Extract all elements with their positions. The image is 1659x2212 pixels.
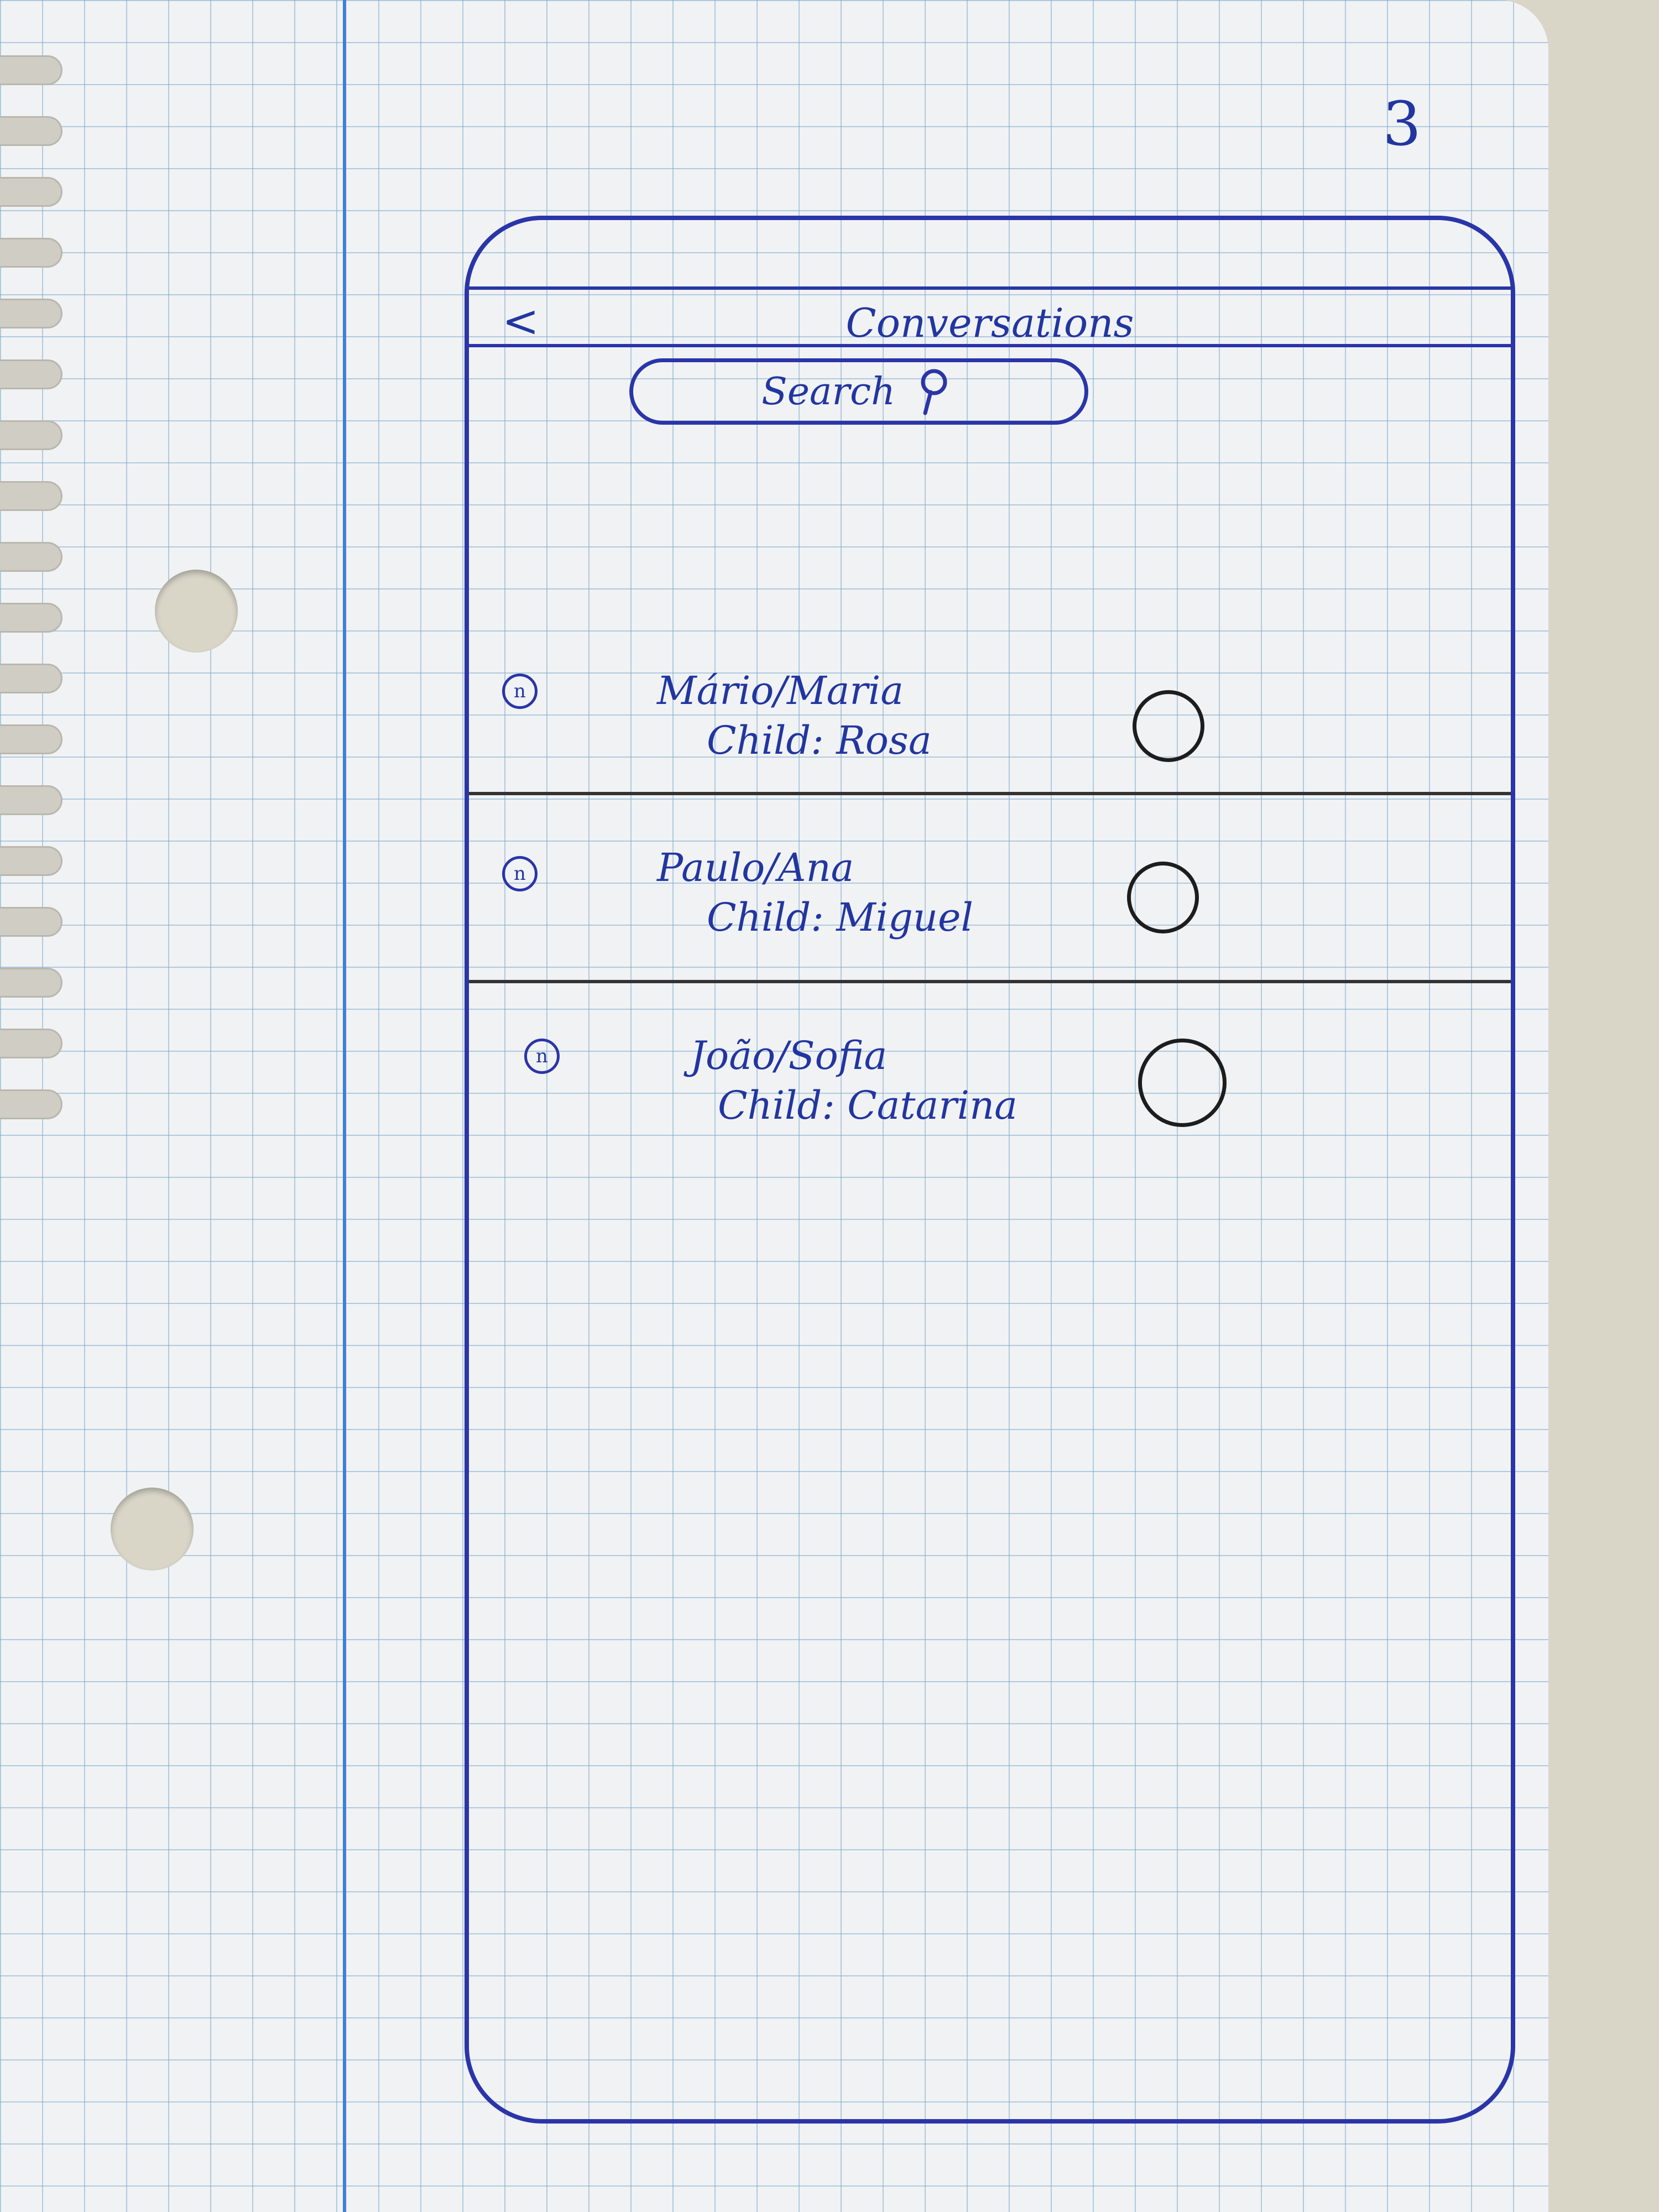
page-number: 3 — [1383, 88, 1421, 159]
conversation-row[interactable]: n João/Sofia Child: Catarina — [469, 983, 1511, 1182]
punch-hole-top — [155, 570, 238, 653]
notebook-page: 3 < Conversations Search n Mário/Maria C… — [0, 0, 1548, 2212]
call-icon[interactable] — [1127, 862, 1199, 933]
conversation-child: Child: Rosa — [707, 718, 932, 763]
conversation-row[interactable]: n Mário/Maria Child: Rosa — [469, 441, 1511, 795]
page-title: Conversations — [846, 300, 1134, 346]
conversation-names: Mário/Maria — [657, 668, 904, 713]
conversation-names: Paulo/Ana — [657, 845, 854, 890]
conversation-row[interactable]: n Paulo/Ana Child: Miguel — [469, 795, 1511, 983]
avatar-icon: n — [502, 856, 538, 891]
conversation-child: Child: Catarina — [718, 1083, 1018, 1128]
punch-hole-bottom — [111, 1488, 194, 1571]
call-icon[interactable] — [1133, 690, 1204, 762]
spiral-binding — [0, 33, 83, 1803]
search-placeholder: Search — [761, 369, 895, 414]
search-icon — [921, 369, 947, 415]
avatar-icon: n — [524, 1039, 560, 1074]
search-input[interactable]: Search — [629, 358, 1088, 425]
conversation-names: João/Sofia — [690, 1033, 888, 1078]
app-header: < Conversations — [469, 286, 1511, 347]
conversation-child: Child: Miguel — [707, 895, 973, 940]
phone-frame: < Conversations Search n Mário/Maria Chi… — [465, 216, 1515, 2124]
margin-line — [343, 0, 346, 2212]
call-icon[interactable] — [1138, 1039, 1227, 1127]
avatar-icon: n — [502, 674, 538, 709]
